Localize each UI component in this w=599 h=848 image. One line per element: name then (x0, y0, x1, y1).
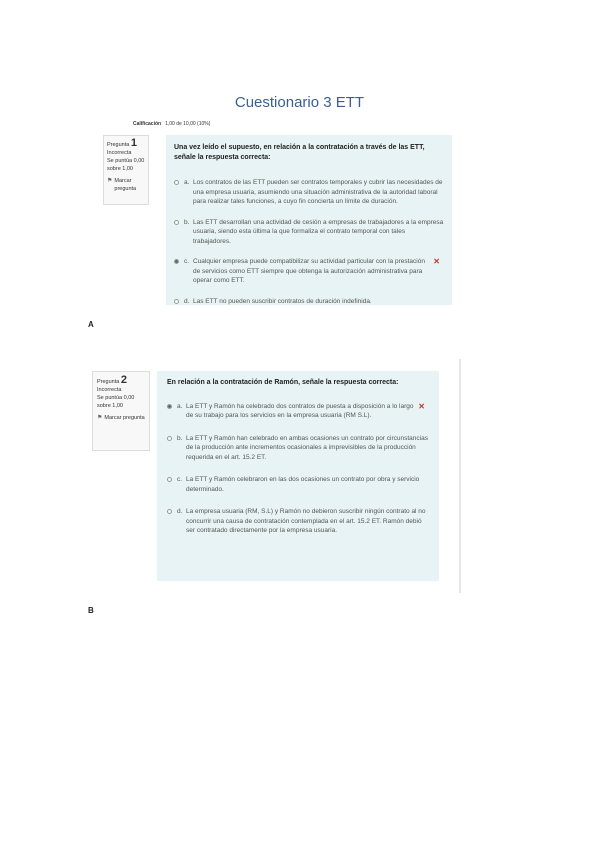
question-status: Incorrecta (97, 387, 122, 393)
document-title: Cuestionario 3 ETT (234, 94, 365, 112)
option-letter: a. (177, 402, 183, 410)
option-text: Cualquier empresa puede compatibilizar s… (193, 258, 425, 284)
radio-button-checked[interactable] (174, 259, 179, 264)
answer-option-selected[interactable]: a. La ETT y Ramón ha celebrado dos contr… (167, 402, 429, 421)
screenshot-edge (459, 359, 461, 593)
answer-option[interactable]: b. Las ETT desarrollan una actividad de … (174, 218, 444, 247)
option-letter: a. (184, 179, 190, 186)
flag-icon: ⚑ (107, 178, 113, 184)
option-letter: b. (184, 218, 190, 226)
radio-button[interactable] (167, 509, 172, 514)
radio-button[interactable] (167, 435, 172, 441)
answer-option-selected[interactable]: c. Cualquier empresa puede compatibiliza… (174, 257, 444, 286)
question-panel: Una vez leído el supuesto, en relación a… (166, 135, 452, 305)
answer-option[interactable]: d. La empresa usuaria (RM, S.L) y Ramón … (167, 507, 429, 536)
option-letter: c. (184, 258, 190, 265)
screenshot-question-1: Calificación 1,00 de 10,00 (10%) Pregunta… (89, 121, 455, 310)
flag-label: Marcar pregunta (104, 415, 145, 421)
grade-label: Calificación (133, 121, 162, 127)
option-letter: b. (177, 434, 183, 442)
question-word: Pregunta (97, 379, 120, 385)
grade-value: 1,00 de 10,00 (10%) (165, 121, 211, 127)
figure-label-a: A (88, 320, 94, 329)
radio-button[interactable] (174, 219, 179, 225)
question-text: En relación a la contratación de Ramón, … (167, 379, 399, 386)
option-text: Los contratos de las ETT pueden ser cont… (193, 179, 443, 205)
option-letter: d. (177, 508, 183, 515)
radio-button[interactable] (167, 477, 172, 482)
question-score: Se puntúa 0,00 sobre 1,00 (107, 158, 145, 172)
cross-icon: ✕ (433, 257, 440, 266)
option-letter: c. (177, 476, 183, 483)
question-number: Pregunta 2 (97, 374, 127, 386)
figure-label-b: B (88, 606, 94, 615)
question-text: Una vez leído el supuesto, en relación a… (174, 144, 425, 161)
radio-button[interactable] (174, 180, 179, 185)
option-text: La empresa usuaria (RM, S.L) y Ramón no … (186, 508, 426, 534)
question-number: Pregunta 1 (107, 137, 137, 149)
answer-option[interactable]: d. Las ETT no pueden suscribir contratos… (174, 297, 444, 307)
option-text: La ETT y Ramón han celebrado en ambas oc… (186, 434, 428, 461)
answer-option[interactable]: c. La ETT y Ramón celebraron en las dos … (167, 475, 429, 494)
radio-button[interactable] (174, 298, 179, 304)
option-text: La ETT y Ramón ha celebrado dos contrato… (186, 402, 414, 420)
question-info-box: Pregunta 2 Incorrecta Se puntúa 0,00 sob… (92, 371, 150, 451)
option-text: Las ETT no pueden suscribir contratos de… (193, 297, 372, 305)
flag-question-link[interactable]: ⚑ Marcar pregunta (107, 177, 145, 193)
flag-question-link[interactable]: ⚑ Marcar pregunta (97, 414, 145, 422)
question-score: Se puntúa 0,00 sobre 1,00 (97, 395, 135, 409)
answer-option[interactable]: b. La ETT y Ramón han celebrado en ambas… (167, 434, 429, 463)
screenshot-question-2: Pregunta 2 Incorrecta Se puntúa 0,00 sob… (89, 359, 461, 593)
flag-icon: ⚑ (97, 415, 103, 421)
question-word: Pregunta (107, 142, 130, 148)
question-status: Incorrecta (107, 150, 132, 156)
question-panel: En relación a la contratación de Ramón, … (157, 371, 439, 581)
radio-button-checked[interactable] (167, 403, 172, 409)
cross-icon: ✕ (418, 401, 425, 411)
flag-label: Marcar pregunta (114, 178, 137, 192)
question-info-box: Pregunta 1 Incorrecta Se puntúa 0,00 sob… (103, 135, 149, 205)
option-text: Las ETT desarrollan una actividad de ces… (193, 218, 444, 245)
option-text: La ETT y Ramón celebraron en las dos oca… (186, 476, 420, 493)
grade-line: Calificación 1,00 de 10,00 (10%) (133, 121, 210, 127)
option-letter: d. (184, 297, 190, 305)
answer-option[interactable]: a. Los contratos de las ETT pueden ser c… (174, 178, 444, 207)
